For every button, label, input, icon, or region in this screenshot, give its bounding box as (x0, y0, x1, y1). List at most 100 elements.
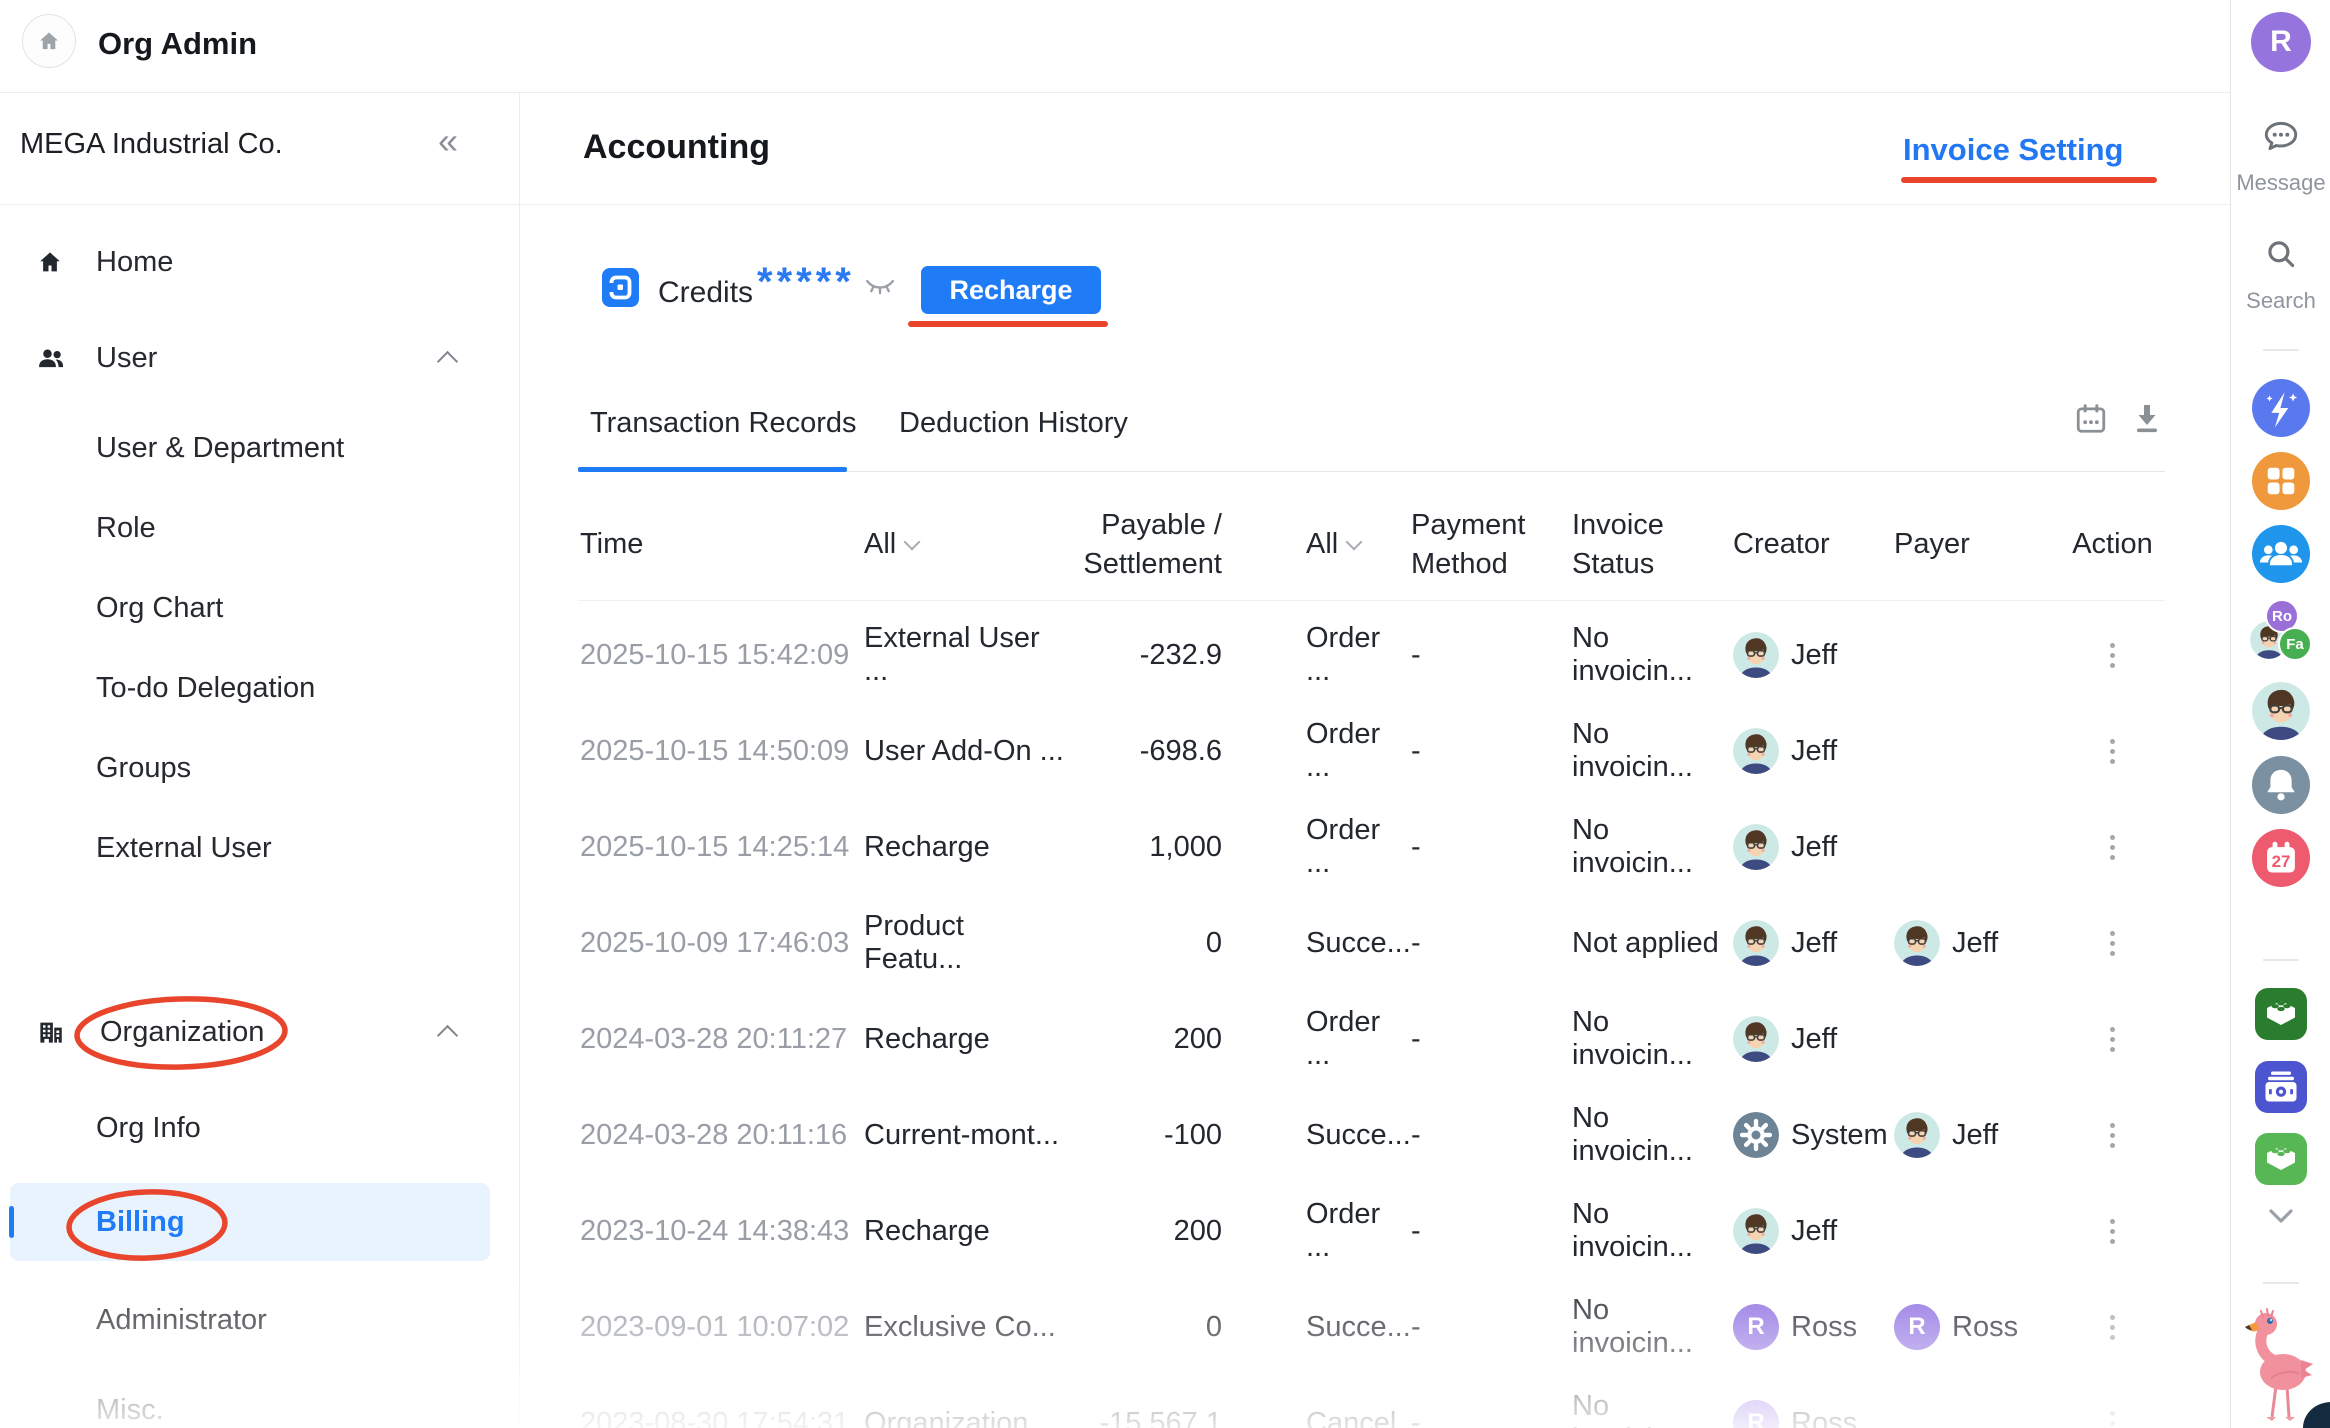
sidebar-item-user-department[interactable]: User & Department (0, 408, 518, 488)
row-actions-menu[interactable] (2110, 739, 2115, 764)
sidebar-item-label: Org Chart (96, 592, 223, 625)
cell-type: Organization ... (860, 1407, 1065, 1428)
row-actions-menu[interactable] (2110, 1027, 2115, 1052)
sidebar-item-label: User (96, 342, 157, 375)
col-action: Action (2060, 525, 2165, 564)
cell-invoice: No invoicin... (1560, 814, 1725, 880)
sidebar-item-organization[interactable]: Organization (0, 984, 518, 1080)
cell-invoice: No invoicin... (1560, 1102, 1725, 1168)
cell-status: Order ... (1222, 1198, 1395, 1264)
tab-deduction-history[interactable]: Deduction History (899, 407, 1128, 440)
page-title: Accounting (583, 128, 770, 167)
topbar-divider (0, 92, 2230, 93)
automation-lightning-icon[interactable] (2231, 379, 2330, 437)
download-icon[interactable] (2131, 402, 2163, 441)
rail-divider (2263, 349, 2299, 351)
sidebar-item-label: Organization (100, 1016, 264, 1049)
cell-time: 2025-10-15 14:50:09 (578, 735, 860, 768)
cell-payment: - (1395, 831, 1560, 864)
cell-type: Product Featu... (860, 910, 1065, 976)
notifications-bell-icon[interactable] (2231, 756, 2330, 814)
apps-grid-icon[interactable] (2231, 452, 2330, 510)
credits-icon (602, 268, 639, 312)
creator-name: Jeff (1791, 927, 1837, 960)
type-filter-dropdown[interactable]: All (864, 525, 1065, 564)
col-payable-settlement: Payable /Settlement (1065, 506, 1222, 584)
sidebar-item-misc[interactable]: Misc. (0, 1370, 518, 1428)
message-icon[interactable] (2231, 116, 2330, 158)
row-actions-menu[interactable] (2110, 1315, 2115, 1340)
sidebar-item-user[interactable]: User (0, 310, 518, 406)
row-actions-menu[interactable] (2110, 643, 2115, 668)
cell-invoice: No invoicin... (1560, 1390, 1725, 1428)
chevron-up-icon[interactable] (437, 1024, 458, 1045)
sidebar-collapse-icon[interactable]: « (438, 120, 458, 162)
cell-type: Exclusive Co... (860, 1311, 1065, 1344)
row-actions-menu[interactable] (2110, 1123, 2115, 1148)
cell-amount: 0 (1065, 927, 1222, 960)
transactions-table: Time All Payable /Settlement All Payment… (578, 490, 2165, 1428)
annotation-underline-recharge (908, 321, 1108, 327)
creator-name: Jeff (1791, 831, 1837, 864)
row-actions-menu[interactable] (2110, 835, 2115, 860)
sidebar-item-label: Misc. (96, 1394, 164, 1427)
cell-invoice: No invoicin... (1560, 1006, 1725, 1072)
cell-status: Succe... (1222, 1311, 1395, 1344)
calendar-day-icon[interactable]: 27 (2231, 829, 2330, 887)
cell-status: Succe... (1222, 1119, 1395, 1152)
col-payment-method: PaymentMethod (1395, 506, 1560, 584)
cell-type: Recharge (860, 1023, 1065, 1056)
calendar-filter-icon[interactable] (2074, 402, 2108, 441)
creator-name: Ross (1791, 1407, 1857, 1428)
contacts-people-icon[interactable] (2231, 525, 2330, 583)
cell-payment: - (1395, 1023, 1560, 1056)
tab-transaction-records[interactable]: Transaction Records (590, 407, 856, 440)
avatar (1733, 1208, 1779, 1254)
cell-amount: -100 (1065, 1119, 1222, 1152)
annotation-underline-invoice-setting (1901, 177, 2157, 183)
table-row: 2023-10-24 14:38:43 Recharge 200 Order .… (578, 1183, 2165, 1279)
sidebar-item-todo-delegation[interactable]: To-do Delegation (0, 648, 518, 728)
eye-off-icon[interactable] (864, 276, 896, 303)
sidebar-item-billing[interactable]: Billing (0, 1183, 518, 1261)
payer-name: Jeff (1952, 927, 1998, 960)
sidebar-item-role[interactable]: Role (0, 488, 518, 568)
search-icon[interactable] (2231, 236, 2330, 274)
user-avatar[interactable]: R (2251, 12, 2311, 72)
row-actions-menu[interactable] (2110, 931, 2115, 956)
cell-invoice: Not applied (1560, 927, 1725, 960)
cell-amount: -232.9 (1065, 639, 1222, 672)
cell-invoice: No invoicin... (1560, 622, 1725, 688)
status-filter-dropdown[interactable]: All (1306, 525, 1395, 564)
sidebar-item-administrator[interactable]: Administrator (0, 1280, 518, 1360)
chevron-up-icon[interactable] (437, 350, 458, 371)
table-header-row: Time All Payable /Settlement All Payment… (578, 490, 2165, 601)
sidebar-item-external-user[interactable]: External User (0, 808, 518, 888)
plugin-lego-green-icon[interactable] (2255, 1133, 2307, 1185)
home-circle-button[interactable] (22, 14, 76, 68)
sidebar-item-org-info[interactable]: Org Info (0, 1088, 518, 1168)
cell-type: Current-mont... (860, 1119, 1065, 1152)
row-actions-menu[interactable] (2110, 1219, 2115, 1244)
table-row: 2025-10-15 15:42:09 External User ... -2… (578, 607, 2165, 703)
active-tab-indicator (578, 467, 847, 472)
building-icon (36, 1017, 66, 1047)
org-admin-app: Org Admin MEGA Industrial Co. « Home Use… (0, 0, 2330, 1428)
recharge-button[interactable]: Recharge (921, 266, 1101, 314)
cell-amount: 0 (1065, 1311, 1222, 1344)
sidebar-item-groups[interactable]: Groups (0, 728, 518, 808)
cell-type: User Add-On ... (860, 735, 1065, 768)
creator-name: Jeff (1791, 1023, 1837, 1056)
billing-money-icon[interactable] (2255, 1061, 2307, 1113)
sidebar-item-org-chart[interactable]: Org Chart (0, 568, 518, 648)
invoice-setting-link[interactable]: Invoice Setting (1903, 132, 2123, 168)
rail-collapse-chevron-icon[interactable] (2231, 1206, 2330, 1228)
profile-avatar[interactable] (2231, 682, 2330, 740)
row-actions-menu[interactable] (2110, 1411, 2115, 1428)
sidebar-item-home[interactable]: Home (0, 214, 518, 310)
sidebar-item-label: To-do Delegation (96, 672, 315, 705)
plugin-lego-dark-icon[interactable] (2255, 988, 2307, 1040)
cell-amount: 200 (1065, 1023, 1222, 1056)
col-time: Time (578, 525, 860, 564)
dual-account-avatar[interactable]: Ro Fa (2250, 599, 2312, 661)
